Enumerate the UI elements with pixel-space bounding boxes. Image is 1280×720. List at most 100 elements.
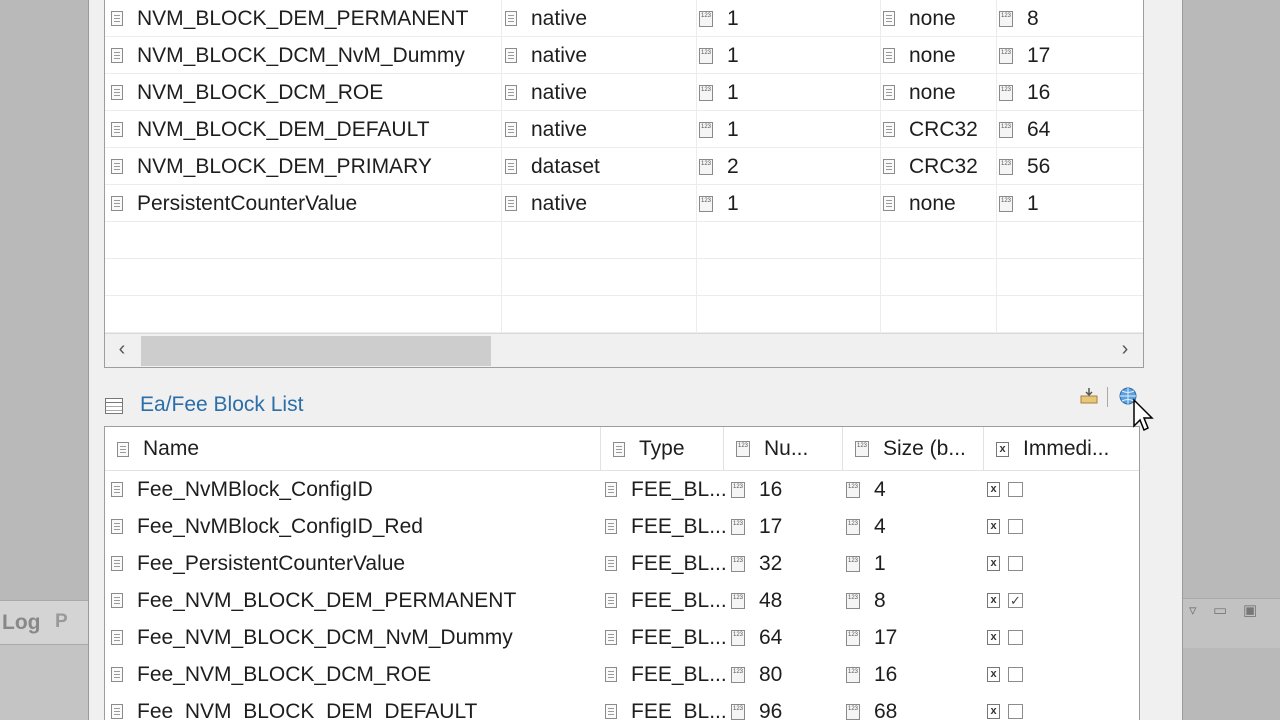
cell-size[interactable]: 123 68 [846,693,984,720]
table-row[interactable]: NVM_BLOCK_DEM_PRIMARY dataset 123 2 CRC32 123… [105,148,1143,185]
header-type[interactable]: Type [601,427,724,471]
import-icon[interactable] [1077,385,1101,407]
cell-name[interactable]: NVM_BLOCK_DEM_DEFAULT [111,111,501,148]
header-name[interactable]: Name [105,427,601,471]
cell-name[interactable]: NVM_BLOCK_DCM_NvM_Dummy [111,37,501,74]
cell-name[interactable]: Fee_NVM_BLOCK_DCM_NvM_Dummy [111,619,601,656]
table-row[interactable]: NVM_BLOCK_DCM_ROE native 123 1 none 123 16 [105,74,1143,111]
cell-immediate[interactable]: x [987,693,1137,720]
cell-number[interactable]: 123 80 [731,656,843,693]
cell-mode[interactable]: native [505,37,695,74]
cell-count[interactable]: 123 1 [699,111,879,148]
cell-crc[interactable]: CRC32 [883,111,995,148]
cell-crc[interactable]: none [883,185,995,222]
document-icon [505,122,517,137]
cell-name[interactable]: Fee_PersistentCounterValue [111,545,601,582]
cell-number[interactable]: 123 16 [731,471,843,508]
cell-crc[interactable]: CRC32 [883,148,995,185]
immediate-checkbox[interactable] [1008,556,1023,571]
cell-type[interactable]: FEE_BL... [605,656,727,693]
header-immediate[interactable]: x Immedi... [984,427,1139,471]
cell-count[interactable]: 123 1 [699,0,879,37]
cell-name-text: Fee_NVM_BLOCK_DCM_NvM_Dummy [137,625,513,649]
table-row[interactable]: Fee_NvMBlock_ConfigID_Red FEE_BL... 123 17 1… [105,508,1139,545]
cell-size[interactable]: 123 4 [846,471,984,508]
cell-number[interactable]: 123 17 [731,508,843,545]
cell-name[interactable]: Fee_NVM_BLOCK_DEM_DEFAULT [111,693,601,720]
cell-name[interactable]: Fee_NvMBlock_ConfigID_Red [111,508,601,545]
cell-count[interactable]: 123 2 [699,148,879,185]
scroll-right-icon[interactable]: › [1110,338,1140,361]
cell-size[interactable]: 123 1 [846,545,984,582]
cell-crc[interactable]: none [883,0,995,37]
immediate-checkbox[interactable] [1008,482,1023,497]
cell-crc[interactable]: none [883,74,995,111]
table-row[interactable]: NVM_BLOCK_DEM_PERMANENT native 123 1 none 123… [105,0,1143,37]
cell-number[interactable]: 123 96 [731,693,843,720]
immediate-checkbox[interactable] [1008,704,1023,719]
cell-name[interactable]: Fee_NVM_BLOCK_DCM_ROE [111,656,601,693]
immediate-checkbox[interactable] [1008,630,1023,645]
cell-count[interactable]: 123 1 [699,37,879,74]
cell-number[interactable]: 123 48 [731,582,843,619]
header-number[interactable]: 123 Nu... [724,427,843,471]
cell-name[interactable]: NVM_BLOCK_DEM_PERMANENT [111,0,501,37]
cell-immediate[interactable]: x ✓ [987,582,1137,619]
document-icon [505,159,517,174]
cell-type[interactable]: FEE_BL... [605,619,727,656]
cell-size[interactable]: 123 16 [999,74,1139,111]
cell-size[interactable]: 123 8 [999,0,1139,37]
cell-size[interactable]: 123 8 [846,582,984,619]
cell-mode[interactable]: dataset [505,148,695,185]
cell-name[interactable]: NVM_BLOCK_DEM_PRIMARY [111,148,501,185]
cell-immediate[interactable]: x [987,656,1137,693]
scrollbar-thumb[interactable] [141,336,491,366]
cell-number[interactable]: 123 32 [731,545,843,582]
cell-type[interactable]: FEE_BL... [605,508,727,545]
scroll-left-icon[interactable]: ‹ [107,338,137,361]
cell-immediate[interactable]: x [987,545,1137,582]
immediate-checkbox[interactable] [1008,519,1023,534]
section-title[interactable]: Ea/Fee Block List [140,393,303,417]
cell-mode[interactable]: native [505,185,695,222]
cell-number[interactable]: 123 64 [731,619,843,656]
table-row[interactable]: Fee_NvMBlock_ConfigID FEE_BL... 123 16 123 4 x [105,471,1139,508]
cell-count[interactable]: 123 1 [699,74,879,111]
cell-immediate[interactable]: x [987,619,1137,656]
table-row[interactable]: NVM_BLOCK_DCM_NvM_Dummy native 123 1 none 123… [105,37,1143,74]
cell-type[interactable]: FEE_BL... [605,582,727,619]
immediate-checkbox[interactable] [1008,667,1023,682]
header-size[interactable]: 123 Size (b... [843,427,984,471]
table-row[interactable]: PersistentCounterValue native 123 1 none 123 1 [105,185,1143,222]
immediate-checkbox[interactable]: ✓ [1008,593,1023,608]
cell-immediate[interactable]: x [987,471,1137,508]
table-row[interactable]: Fee_NVM_BLOCK_DEM_DEFAULT FEE_BL... 123 96 1… [105,693,1139,720]
cell-name[interactable]: PersistentCounterValue [111,185,501,222]
cell-immediate[interactable]: x [987,508,1137,545]
cell-size[interactable]: 123 56 [999,148,1139,185]
cell-mode[interactable]: native [505,0,695,37]
cell-name[interactable]: Fee_NvMBlock_ConfigID [111,471,601,508]
table-row[interactable]: Fee_NVM_BLOCK_DCM_ROE FEE_BL... 123 80 123 16… [105,656,1139,693]
table-row[interactable]: Fee_PersistentCounterValue FEE_BL... 123 32… [105,545,1139,582]
table-row[interactable]: Fee_NVM_BLOCK_DCM_NvM_Dummy FEE_BL... 123 6… [105,619,1139,656]
table-row[interactable]: Fee_NVM_BLOCK_DEM_PERMANENT FEE_BL... 123 4… [105,582,1139,619]
cell-size[interactable]: 123 16 [846,656,984,693]
cell-type[interactable]: FEE_BL... [605,545,727,582]
document-icon [605,630,617,645]
cell-size[interactable]: 123 17 [999,37,1139,74]
cell-type[interactable]: FEE_BL... [605,693,727,720]
table-row[interactable]: NVM_BLOCK_DEM_DEFAULT native 123 1 CRC32 123 6… [105,111,1143,148]
cell-size[interactable]: 123 64 [999,111,1139,148]
cell-name[interactable]: Fee_NVM_BLOCK_DEM_PERMANENT [111,582,601,619]
cell-name[interactable]: NVM_BLOCK_DCM_ROE [111,74,501,111]
cell-size[interactable]: 123 4 [846,508,984,545]
cell-mode[interactable]: native [505,74,695,111]
horizontal-scrollbar[interactable]: ‹ › [105,333,1143,367]
cell-type[interactable]: FEE_BL... [605,471,727,508]
cell-mode[interactable]: native [505,111,695,148]
cell-count[interactable]: 123 1 [699,185,879,222]
cell-size[interactable]: 123 1 [999,185,1139,222]
cell-size[interactable]: 123 17 [846,619,984,656]
cell-crc[interactable]: none [883,37,995,74]
